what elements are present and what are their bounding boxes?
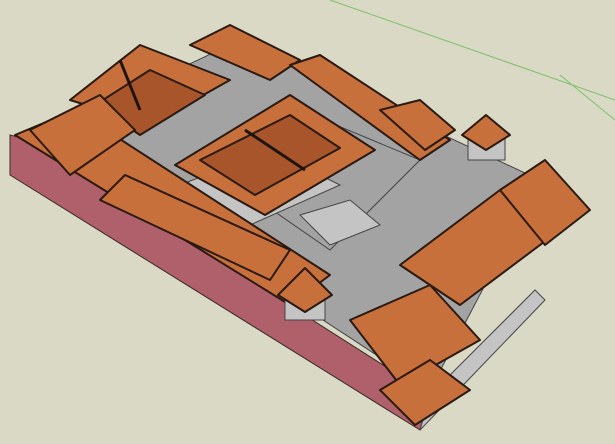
3d-model-viewport[interactable] [0,0,615,439]
courtyard-model [9,0,615,431]
